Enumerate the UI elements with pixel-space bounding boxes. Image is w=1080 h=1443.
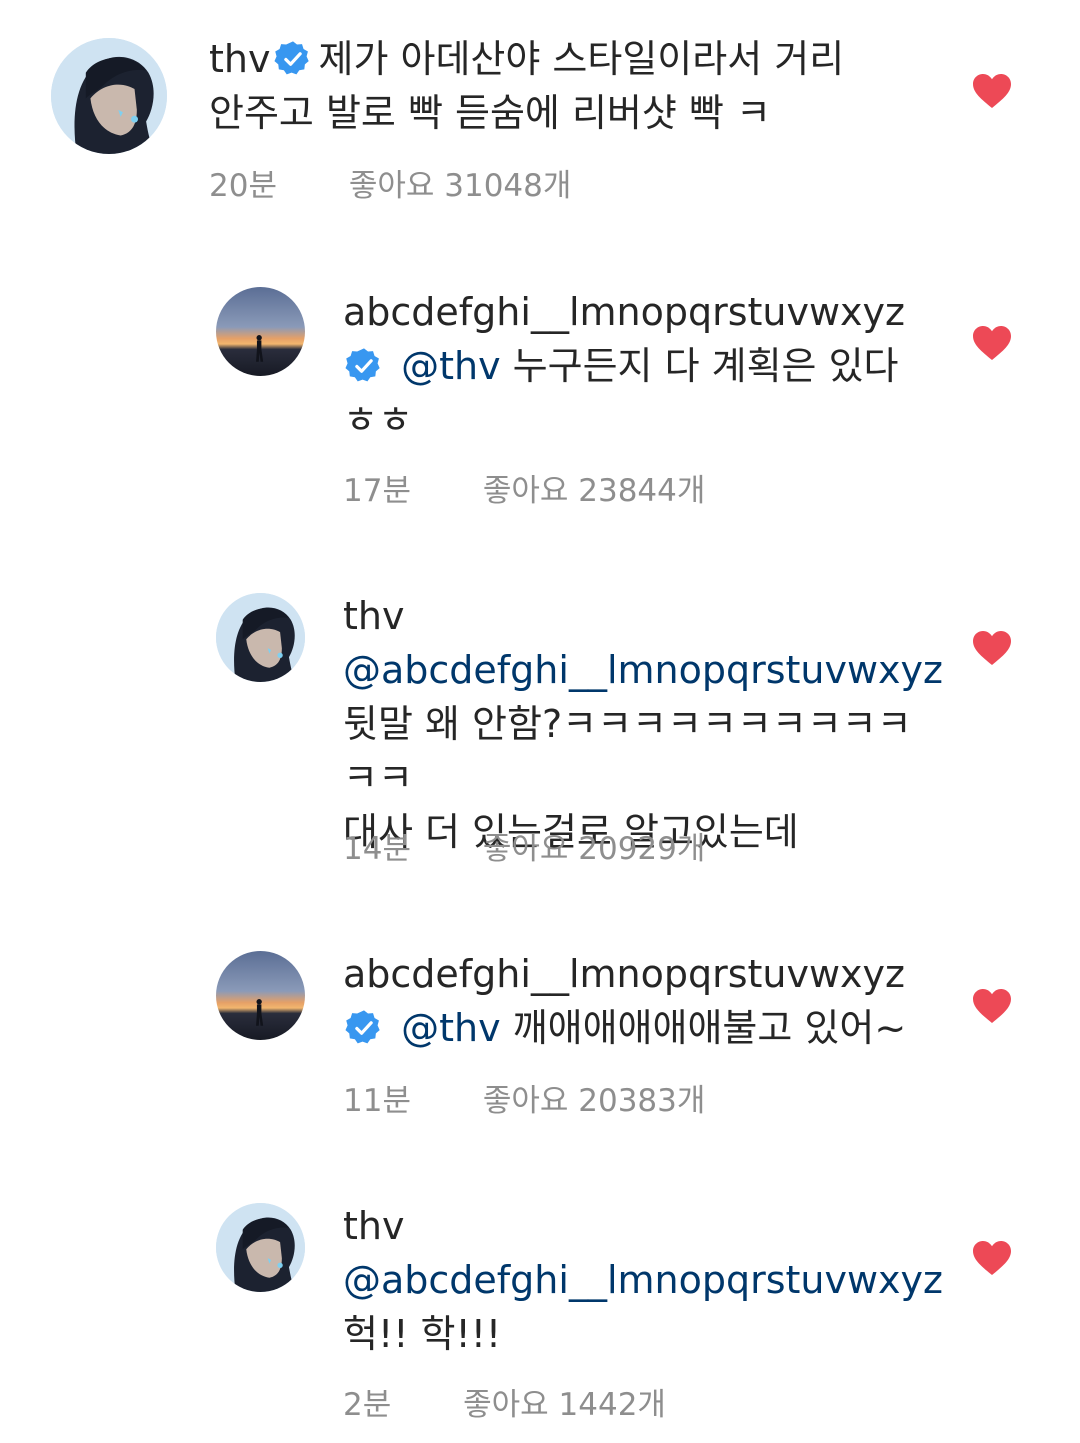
mention-link[interactable]: @abcdefghi__lmnopqrstuvwxyz xyxy=(343,643,943,697)
like-count[interactable]: 좋아요 23844개 xyxy=(483,465,706,510)
comment-body: abcdefghi__lmnopqrstuvwxyz @thv 누구든지 다 계… xyxy=(343,285,933,447)
comment-meta: 20분 좋아요 31048개 xyxy=(209,160,571,205)
comment-time: 17분 xyxy=(343,473,411,509)
comment-time: 11분 xyxy=(343,1083,411,1119)
username[interactable]: thv xyxy=(209,37,270,81)
like-count[interactable]: 좋아요 1442개 xyxy=(463,1379,666,1424)
heart-icon[interactable] xyxy=(972,1240,1012,1276)
like-count[interactable]: 좋아요 31048개 xyxy=(349,160,572,205)
comment-time: 14분 xyxy=(343,831,411,867)
comment-body: thv 제가 아데산야 스타일이라서 거리 안주고 발로 빡 듣숨에 리버샷 빡 … xyxy=(209,32,899,140)
comment-meta: 11분 좋아요 20383개 xyxy=(343,1075,705,1120)
avatar[interactable] xyxy=(216,951,305,1040)
heart-icon[interactable] xyxy=(972,630,1012,666)
avatar[interactable] xyxy=(216,287,305,376)
comment-body: thv @abcdefghi__lmnopqrstuvwxyz 헉!! 학!!! xyxy=(343,1199,943,1361)
comment-body: abcdefghi__lmnopqrstuvwxyz @thv 깨애애애애애불고… xyxy=(343,947,933,1055)
verified-badge-icon xyxy=(274,40,312,78)
comment-meta: 14분 좋아요 20929개 xyxy=(343,823,705,868)
comment-meta: 2분 좋아요 1442개 xyxy=(343,1379,666,1424)
heart-icon[interactable] xyxy=(972,73,1012,109)
username[interactable]: abcdefghi__lmnopqrstuvwxyz xyxy=(343,947,933,1001)
mention-link[interactable]: @thv xyxy=(401,344,500,388)
comment-text: 누구든지 다 계획은 있다 xyxy=(512,344,899,388)
comment-text-line: 안주고 발로 빡 듣숨에 리버샷 빡 ㅋ xyxy=(209,91,771,135)
mention-link[interactable]: @thv xyxy=(401,1006,500,1050)
comment-time: 20분 xyxy=(209,168,277,204)
like-count[interactable]: 좋아요 20383개 xyxy=(483,1075,706,1120)
comment-text: 제가 아데산야 스타일이라서 거리 xyxy=(318,37,845,81)
verified-badge-icon xyxy=(345,1009,383,1047)
comment-text-line: ㅎㅎ xyxy=(343,398,413,442)
like-count[interactable]: 좋아요 20929개 xyxy=(483,823,706,868)
comment-meta: 17분 좋아요 23844개 xyxy=(343,465,705,510)
verified-badge-icon xyxy=(345,347,383,385)
avatar[interactable] xyxy=(216,1203,305,1292)
mention-link[interactable]: @abcdefghi__lmnopqrstuvwxyz xyxy=(343,1253,943,1307)
username[interactable]: abcdefghi__lmnopqrstuvwxyz xyxy=(343,285,933,339)
username[interactable]: thv xyxy=(343,1199,933,1253)
heart-icon[interactable] xyxy=(972,988,1012,1024)
comment-body: thv @abcdefghi__lmnopqrstuvwxyz 뒷말 왜 안함?… xyxy=(343,589,943,859)
username[interactable]: thv xyxy=(343,589,933,643)
avatar[interactable] xyxy=(51,38,167,154)
comment-text: 깨애애애애애불고 있어~ xyxy=(512,1006,907,1050)
comment-text-line: 뒷말 왜 안함?ㅋㅋㅋㅋㅋㅋㅋㅋㅋㅋㅋㅋ xyxy=(343,702,912,800)
comment-text-line: 헉!! 학!!! xyxy=(343,1312,502,1356)
comment-time: 2분 xyxy=(343,1387,392,1423)
avatar[interactable] xyxy=(216,593,305,682)
heart-icon[interactable] xyxy=(972,325,1012,361)
